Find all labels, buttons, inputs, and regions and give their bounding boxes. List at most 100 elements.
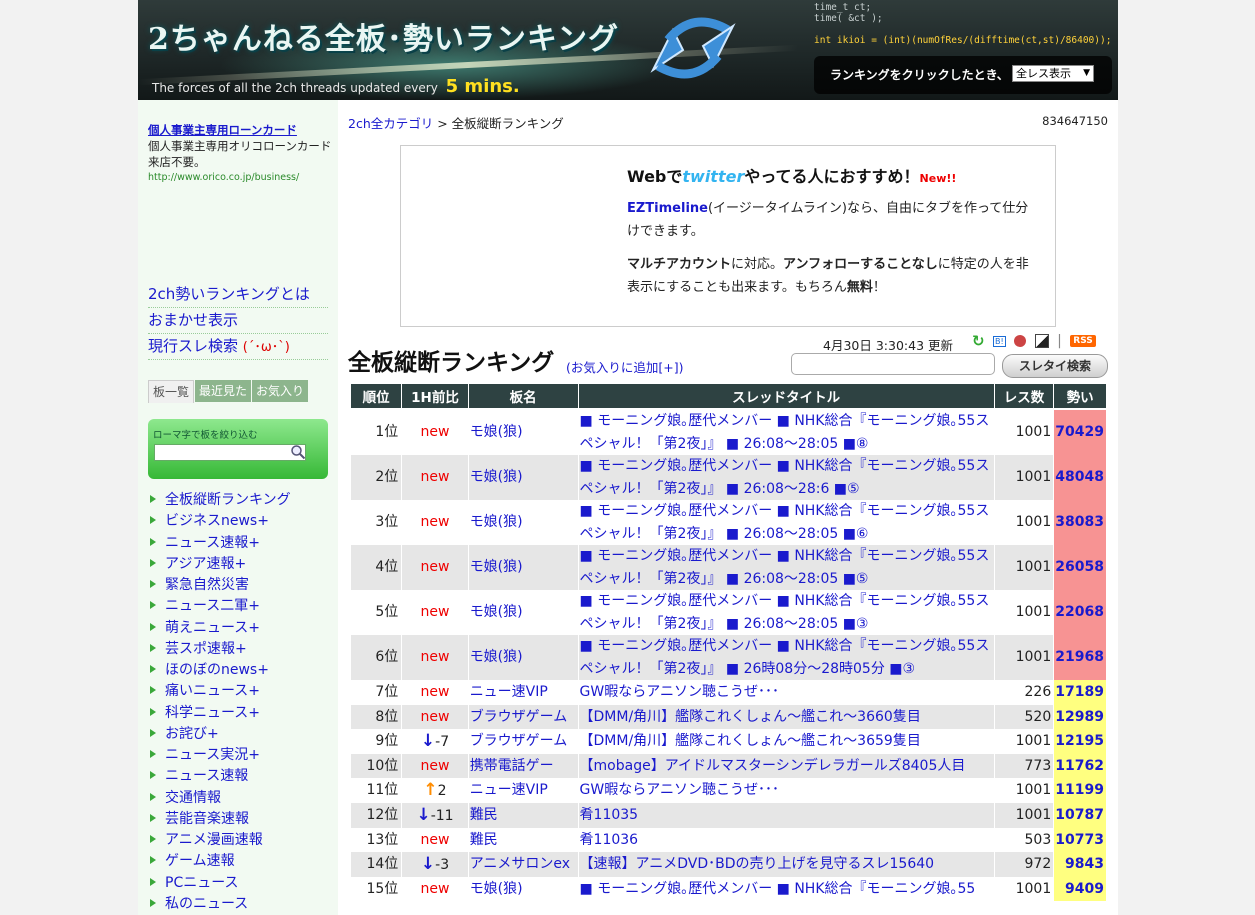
sidebar-board-item[interactable]: ニュース速報+ — [150, 533, 335, 554]
ikioi-value[interactable]: 22068 — [1054, 590, 1106, 635]
sidebar-ad-url[interactable]: http://www.orico.co.jp/business/ — [148, 170, 333, 186]
thread-title-link[interactable]: ■ モーニング娘｡歴代メンバー ■ NHK総合『モーニング娘｡55 — [578, 876, 994, 902]
board-link[interactable]: ブラウザゲーム — [468, 729, 578, 754]
table-row[interactable]: 7位 new ニュー速VIP GW暇ならアニソン聴こうぜ･･･ 226 17189 — [351, 680, 1106, 705]
thread-search-button[interactable]: スレタイ検索 — [1002, 354, 1108, 378]
board-link[interactable]: モ娘(狼) — [468, 635, 578, 680]
thread-search-input[interactable] — [791, 353, 995, 375]
sidebar-board-item[interactable]: 私のニュース — [150, 894, 335, 915]
table-row[interactable]: 6位 new モ娘(狼) ■ モーニング娘｡歴代メンバー ■ NHK総合『モーニング娘… — [351, 635, 1106, 680]
sidebar-link-search[interactable]: 現行スレ検索 (´･ω･`) — [148, 334, 328, 360]
thread-title-link[interactable]: 【速報】アニメDVD･BDの売り上げを見守るスレ15640 — [578, 852, 994, 877]
board-link[interactable]: モ娘(狼) — [468, 876, 578, 902]
table-row[interactable]: 2位 new モ娘(狼) ■ モーニング娘｡歴代メンバー ■ NHK総合『モーニング娘… — [351, 455, 1106, 500]
column-header[interactable]: 板名 — [468, 384, 578, 410]
table-row[interactable]: 15位 new モ娘(狼) ■ モーニング娘｡歴代メンバー ■ NHK総合『モーニング… — [351, 876, 1106, 902]
site-title[interactable]: 2ちゃんねる全板･勢いランキング — [148, 14, 619, 58]
table-row[interactable]: 4位 new モ娘(狼) ■ モーニング娘｡歴代メンバー ■ NHK総合『モーニング娘… — [351, 545, 1106, 590]
click-mode-select[interactable]: 全レス表示 ▼ — [1012, 65, 1094, 82]
board-link[interactable]: 難民 — [468, 802, 578, 828]
sidebar-board-item[interactable]: ニュース二軍+ — [150, 596, 335, 617]
sidebar-board-item[interactable]: ゲーム速報 — [150, 851, 335, 872]
table-row[interactable]: 10位 new 携帯電話ゲー 【mobage】アイドルマスターシンデレラガールズ840… — [351, 753, 1106, 779]
thread-title-link[interactable]: ■ モーニング娘｡歴代メンバー ■ NHK総合『モーニング娘｡55スペシャル！「… — [578, 590, 994, 635]
thread-title-link[interactable]: ■ モーニング娘｡歴代メンバー ■ NHK総合『モーニング娘｡55スペシャル！「… — [578, 545, 994, 590]
thread-title-link[interactable]: 【DMM/角川】艦隊これくしょん～艦これ～3660隻目 — [578, 704, 994, 730]
ikioi-value[interactable]: 38083 — [1054, 500, 1106, 545]
sidebar-board-item[interactable]: 芸能音楽速報 — [150, 809, 335, 830]
board-link[interactable]: モ娘(狼) — [468, 455, 578, 500]
column-header[interactable]: 順位 — [351, 384, 402, 410]
thread-title-link[interactable]: ■ モーニング娘｡歴代メンバー ■ NHK総合『モーニング娘｡55スペシャル！「… — [578, 635, 994, 680]
thread-title-link[interactable]: ■ モーニング娘｡歴代メンバー ■ NHK総合『モーニング娘｡55スペシャル！「… — [578, 500, 994, 545]
thread-title-link[interactable]: 肴11036 — [578, 827, 994, 853]
table-row[interactable]: 9位 ↓-7 ブラウザゲーム 【DMM/角川】艦隊これくしょん～艦これ～3659隻目 1… — [351, 729, 1106, 754]
search-icon[interactable] — [290, 444, 306, 460]
ikioi-value[interactable]: 9409 — [1054, 876, 1106, 902]
sidebar-board-item[interactable]: 芸スポ速報+ — [150, 639, 335, 660]
sidebar-board-item[interactable]: ほのぼのnews+ — [150, 660, 335, 681]
sidebar-board-item[interactable]: アニメ漫画速報 — [150, 830, 335, 851]
ikioi-value[interactable]: 10773 — [1054, 827, 1106, 853]
thread-title-link[interactable]: GW暇ならアニソン聴こうぜ･･･ — [578, 680, 994, 705]
hatena-bookmark-icon[interactable]: B! — [993, 335, 1006, 347]
board-link[interactable]: ブラウザゲーム — [468, 704, 578, 730]
sidebar-board-item[interactable]: お詫び+ — [150, 724, 335, 745]
sidebar-board-item[interactable]: ニュース速報 — [150, 766, 335, 787]
board-link[interactable]: アニメサロンex — [468, 852, 578, 877]
board-link[interactable]: モ娘(狼) — [468, 590, 578, 635]
reload-icon[interactable]: ↻ — [972, 332, 985, 350]
sidebar-ad-title[interactable]: 個人事業主専用ローンカード — [148, 122, 333, 138]
tab-recent[interactable]: 最近見た — [195, 380, 252, 402]
sidebar-board-item[interactable]: PCニュース — [150, 873, 335, 894]
tab-favorites[interactable]: お気入り — [252, 380, 309, 402]
sidebar-board-item[interactable]: アジア速報+ — [150, 554, 335, 575]
ikioi-value[interactable]: 26058 — [1054, 545, 1106, 590]
board-link[interactable]: ニュー速VIP — [468, 778, 578, 803]
thread-title-link[interactable]: 【DMM/角川】艦隊これくしょん～艦これ～3659隻目 — [578, 729, 994, 754]
table-row[interactable]: 12位 ↓-11 難民 肴11035 1001 10787 — [351, 802, 1106, 828]
table-row[interactable]: 13位 new 難民 肴11036 503 10773 — [351, 827, 1106, 853]
add-favorite-link[interactable]: (お気入りに追加[+]) — [566, 357, 683, 376]
breadcrumb-link-all[interactable]: 2ch全カテゴリ — [348, 116, 433, 131]
sidebar-board-item[interactable]: 科学ニュース+ — [150, 703, 335, 724]
thread-title-link[interactable]: 【mobage】アイドルマスターシンデレラガールズ8405人目 — [578, 753, 994, 779]
board-link[interactable]: 難民 — [468, 827, 578, 853]
board-link[interactable]: モ娘(狼) — [468, 545, 578, 590]
column-header[interactable]: 勢い — [1054, 384, 1106, 410]
sidebar-board-item[interactable]: 全板縦断ランキング — [150, 490, 335, 511]
ad-banner[interactable]: Webでtwitterやってる人におすすめ！New!! EZTimeline(イ… — [400, 145, 1056, 327]
rss-icon[interactable]: RSS — [1070, 335, 1096, 347]
sidebar-board-item[interactable]: ビジネスnews+ — [150, 511, 335, 532]
board-filter-input[interactable] — [154, 444, 306, 461]
ad-eztimeline-link[interactable]: EZTimeline — [627, 201, 708, 216]
ikioi-value[interactable]: 11199 — [1054, 778, 1106, 803]
table-row[interactable]: 3位 new モ娘(狼) ■ モーニング娘｡歴代メンバー ■ NHK総合『モーニング娘… — [351, 500, 1106, 545]
column-header[interactable]: レス数 — [994, 384, 1054, 410]
table-row[interactable]: 5位 new モ娘(狼) ■ モーニング娘｡歴代メンバー ■ NHK総合『モーニング娘… — [351, 590, 1106, 635]
board-link[interactable]: モ娘(狼) — [468, 500, 578, 545]
board-link[interactable]: 携帯電話ゲー — [468, 753, 578, 779]
bookmark-icon[interactable] — [1014, 335, 1027, 347]
table-row[interactable]: 8位 new ブラウザゲーム 【DMM/角川】艦隊これくしょん～艦これ～3660隻目 5… — [351, 704, 1106, 730]
sidebar-link-about[interactable]: 2ch勢いランキングとは — [148, 282, 328, 308]
thread-title-link[interactable]: ■ モーニング娘｡歴代メンバー ■ NHK総合『モーニング娘｡55スペシャル！「… — [578, 455, 994, 500]
column-header[interactable]: 1H前比 — [402, 384, 468, 410]
thread-title-link[interactable]: ■ モーニング娘｡歴代メンバー ■ NHK総合『モーニング娘｡55スペシャル！「… — [578, 410, 994, 455]
ikioi-value[interactable]: 11762 — [1054, 753, 1106, 779]
table-row[interactable]: 1位 new モ娘(狼) ■ モーニング娘｡歴代メンバー ■ NHK総合『モーニング娘… — [351, 410, 1106, 455]
table-row[interactable]: 11位 ↑2 ニュー速VIP GW暇ならアニソン聴こうぜ･･･ 1001 11199 — [351, 778, 1106, 803]
sidebar-board-item[interactable]: 交通情報 — [150, 788, 335, 809]
tab-board-list[interactable]: 板一覧 — [148, 380, 195, 403]
ikioi-value[interactable]: 10787 — [1054, 802, 1106, 828]
table-row[interactable]: 14位 ↓-3 アニメサロンex 【速報】アニメDVD･BDの売り上げを見守るスレ15… — [351, 852, 1106, 877]
ikioi-value[interactable]: 17189 — [1054, 680, 1106, 705]
sidebar-board-item[interactable]: ニュース実況+ — [150, 745, 335, 766]
sidebar-board-item[interactable]: 萌えニュース+ — [150, 618, 335, 639]
ikioi-value[interactable]: 21968 — [1054, 635, 1106, 680]
ikioi-value[interactable]: 9843 — [1054, 852, 1106, 877]
ikioi-value[interactable]: 12195 — [1054, 729, 1106, 754]
delicious-icon[interactable] — [1034, 334, 1049, 348]
ikioi-value[interactable]: 12989 — [1054, 704, 1106, 730]
thread-title-link[interactable]: GW暇ならアニソン聴こうぜ･･･ — [578, 778, 994, 803]
